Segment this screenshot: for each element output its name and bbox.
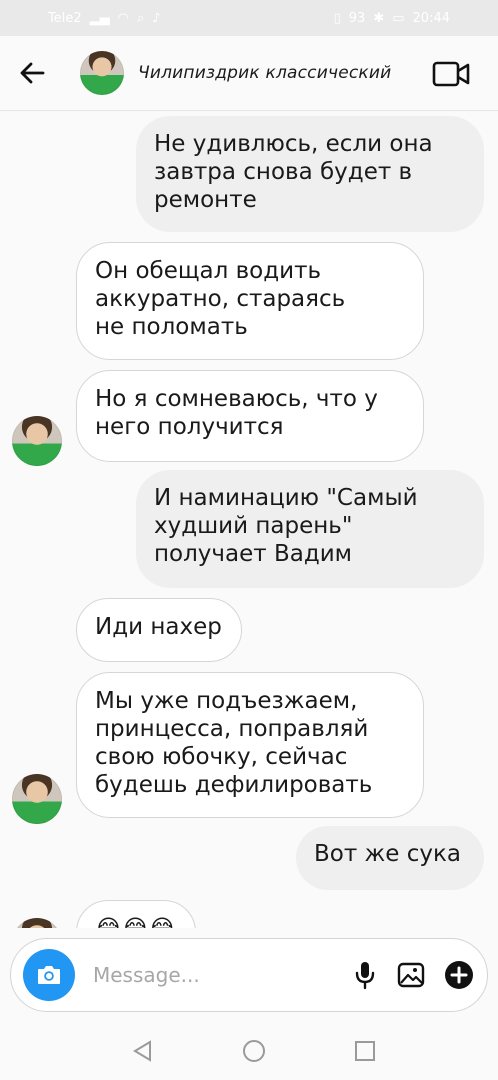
contact-avatar[interactable] — [80, 51, 124, 95]
contact-name[interactable]: Чилипиздрик классический — [138, 63, 391, 83]
battery-icon: ▭ — [392, 10, 405, 26]
nav-recents-icon[interactable] — [354, 1040, 376, 1062]
vibrate-icon: ▯ — [333, 10, 341, 26]
status-bar: Tele2 ▂▄ ◠ ⌕ ♪ ▯ 93 ✱ ▭ 20:44 — [0, 0, 498, 36]
image-icon — [397, 962, 425, 988]
signal-icon: ▂▄ — [89, 10, 110, 26]
plus-circle-icon — [445, 961, 473, 989]
chat-header: Чилипиздрик классический — [0, 36, 498, 111]
message-bubble-incoming[interactable]: 😂😂😂 — [76, 900, 196, 928]
more-button[interactable] — [437, 953, 481, 997]
microphone-icon — [355, 962, 375, 990]
message-bubble-outgoing[interactable]: И наминацию "Самый худший парень" получа… — [136, 470, 484, 588]
video-call-icon[interactable] — [432, 60, 470, 88]
gallery-button[interactable] — [389, 953, 433, 997]
message-bubble-outgoing[interactable]: Не удивлюсь, если она завтра снова будет… — [136, 116, 484, 232]
search-icon: ⌕ — [136, 10, 145, 26]
camera-icon — [38, 966, 60, 984]
contact-avatar-small[interactable] — [12, 918, 62, 928]
message-bubble-incoming[interactable]: Он обещал водить аккуратно, стараясь не … — [76, 242, 424, 360]
system-navigation-bar — [0, 1022, 498, 1080]
nav-back-icon[interactable] — [132, 1040, 154, 1062]
battery-percent: 93 — [348, 10, 366, 26]
camera-button[interactable] — [23, 949, 75, 1001]
message-composer — [10, 938, 488, 1012]
wifi-icon: ◠ — [117, 10, 129, 26]
message-bubble-incoming[interactable]: Мы уже подъезжаем, принцесса, поправляй … — [76, 672, 424, 818]
back-arrow-icon — [20, 62, 45, 84]
message-list[interactable]: Не удивлюсь, если она завтра снова будет… — [0, 110, 498, 928]
bluetooth-icon: ✱ — [373, 10, 385, 26]
nav-home-icon[interactable] — [242, 1039, 266, 1063]
message-input[interactable] — [91, 962, 335, 988]
status-time: 20:44 — [412, 10, 450, 26]
message-bubble-incoming[interactable]: Но я сомневаюсь, что у него получится — [76, 370, 424, 462]
message-bubble-incoming[interactable]: Иди нахер — [76, 598, 242, 662]
contact-avatar-small[interactable] — [12, 416, 62, 466]
carrier-label: Tele2 — [48, 10, 82, 26]
back-button[interactable] — [0, 36, 64, 110]
contact-avatar-small[interactable] — [12, 774, 62, 824]
tiktok-icon: ♪ — [152, 10, 161, 26]
voice-button[interactable] — [343, 953, 387, 997]
message-bubble-outgoing[interactable]: Вот же сука — [296, 826, 484, 890]
